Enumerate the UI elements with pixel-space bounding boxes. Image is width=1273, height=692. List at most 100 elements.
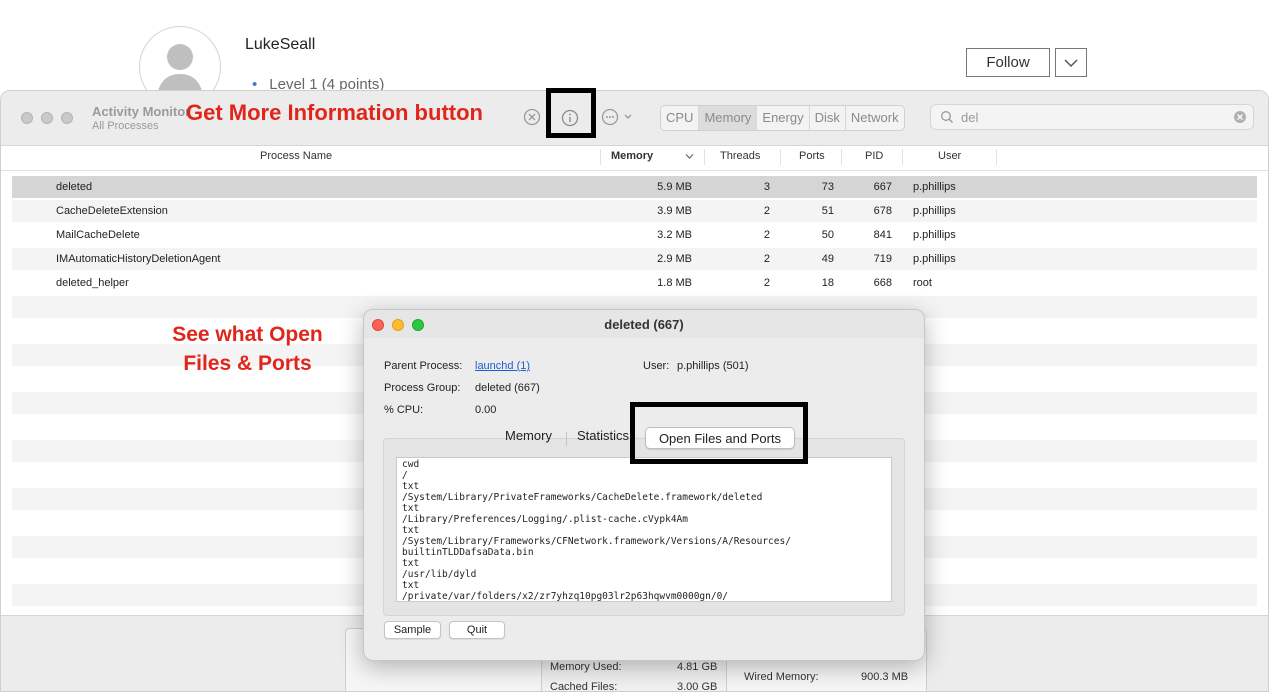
process-user: p.phillips <box>913 253 956 265</box>
file-entry: txt <box>402 558 420 569</box>
file-entry: txt <box>402 481 420 492</box>
more-actions-button[interactable] <box>600 107 636 127</box>
file-entry: /System/Library/PrivateFrameworks/CacheD… <box>402 492 763 503</box>
sort-descending-icon <box>685 154 694 159</box>
process-info-dialog: deleted (667) Parent Process: launchd (1… <box>363 309 925 661</box>
column-header-pid[interactable]: PID <box>865 150 883 162</box>
search-input[interactable] <box>961 108 1221 126</box>
parent-process-link[interactable]: launchd (1) <box>475 360 530 372</box>
column-header-process-name[interactable]: Process Name <box>260 150 332 162</box>
process-name: IMAutomaticHistoryDeletionAgent <box>56 253 221 265</box>
process-ports: 73 <box>821 181 834 193</box>
sample-button[interactable]: Sample <box>384 621 441 639</box>
clear-search-icon[interactable] <box>1233 110 1247 124</box>
follow-button[interactable]: Follow <box>966 48 1050 77</box>
cpu-label: % CPU: <box>384 404 424 416</box>
wired-memory-label: Wired Memory: <box>744 671 819 683</box>
zoom-window-button[interactable] <box>61 112 73 124</box>
process-memory: 2.9 MB <box>657 253 692 265</box>
cached-files-value: 3.00 GB <box>677 681 718 692</box>
process-pid: 841 <box>873 229 892 241</box>
tab-memory[interactable]: Memory <box>699 106 758 130</box>
column-divider <box>780 149 781 165</box>
column-divider <box>902 149 903 165</box>
window-title: Activity Monitor <box>92 104 191 119</box>
quit-process-button[interactable]: Quit <box>449 621 505 639</box>
parent-process-label: Parent Process: <box>384 360 463 372</box>
table-row[interactable]: CacheDeleteExtension 3.9 MB 2 51 678 p.p… <box>12 200 1257 222</box>
process-name: MailCacheDelete <box>56 229 140 241</box>
tab-network[interactable]: Network <box>846 106 904 130</box>
process-threads: 2 <box>763 229 770 241</box>
process-pid: 678 <box>873 205 892 217</box>
tab-statistics[interactable]: Statistics <box>577 428 629 443</box>
process-ports: 49 <box>821 253 834 265</box>
process-user: root <box>913 277 932 289</box>
process-ports: 50 <box>821 229 834 241</box>
username[interactable]: LukeSeall <box>245 36 315 54</box>
annotation-open-files: See what Open Files & Ports <box>172 323 323 375</box>
process-user: p.phillips <box>913 229 956 241</box>
wired-memory-value: 900.3 MB <box>861 671 909 683</box>
table-row[interactable]: MailCacheDelete 3.2 MB 2 50 841 p.philli… <box>12 224 1257 246</box>
dialog-title: deleted (667) <box>604 317 684 332</box>
column-divider <box>704 149 705 165</box>
process-name: deleted <box>56 181 93 193</box>
process-user: p.phillips <box>913 205 956 217</box>
file-entry: /private/var/folders/x2/zr7yhzq10pg03lr2… <box>402 591 729 602</box>
memory-used-label: Memory Used: <box>550 661 622 673</box>
file-entry: / <box>402 470 408 481</box>
search-field[interactable] <box>930 104 1254 130</box>
table-row[interactable]: IMAutomaticHistoryDeletionAgent 2.9 MB 2… <box>12 248 1257 270</box>
search-icon <box>941 111 953 123</box>
highlight-box-info-button <box>546 88 596 138</box>
stop-process-button[interactable] <box>522 107 542 127</box>
tab-memory-info[interactable]: Memory <box>505 428 552 443</box>
process-threads: 2 <box>763 253 770 265</box>
category-tabs: CPU Memory Energy Disk Network <box>660 105 905 131</box>
cached-files-label: Cached Files: <box>550 681 618 692</box>
process-group-value: deleted (667) <box>475 382 540 394</box>
minimize-window-button[interactable] <box>41 112 53 124</box>
file-entry: txt <box>402 580 420 591</box>
close-window-button[interactable] <box>21 112 33 124</box>
header-divider <box>1 170 1268 171</box>
column-header-memory[interactable]: Memory <box>611 150 653 162</box>
annotation-get-info: Get More Information button <box>186 100 483 125</box>
file-entry: builtinTLDDafsaData.bin <box>402 547 534 558</box>
tab-cpu[interactable]: CPU <box>661 106 700 130</box>
user-label: User: <box>643 360 670 372</box>
file-entry: /System/Library/Frameworks/CFNetwork.fra… <box>402 536 791 547</box>
process-name: CacheDeleteExtension <box>56 205 168 217</box>
file-entry: txt <box>402 525 420 536</box>
process-memory: 1.8 MB <box>657 277 692 289</box>
column-divider <box>996 149 997 165</box>
tab-disk[interactable]: Disk <box>810 106 846 130</box>
window-subtitle: All Processes <box>92 120 159 132</box>
table-row[interactable]: deleted 5.9 MB 3 73 667 p.phillips <box>12 176 1257 198</box>
process-group-label: Process Group: <box>384 382 461 394</box>
memory-used-value: 4.81 GB <box>677 661 718 673</box>
tab-divider <box>566 432 567 446</box>
open-files-list[interactable]: cwd / txt /System/Library/PrivateFramewo… <box>396 457 892 602</box>
column-header-ports[interactable]: Ports <box>799 150 825 162</box>
stop-process-icon <box>523 108 541 126</box>
process-user: p.phillips <box>913 181 956 193</box>
ellipsis-circle-icon <box>601 108 632 126</box>
process-threads: 2 <box>763 205 770 217</box>
process-ports: 51 <box>821 205 834 217</box>
process-pid: 668 <box>873 277 892 289</box>
process-memory: 5.9 MB <box>657 181 692 193</box>
column-header-threads[interactable]: Threads <box>720 150 760 162</box>
process-threads: 2 <box>763 277 770 289</box>
file-entry: txt <box>402 503 420 514</box>
column-divider <box>841 149 842 165</box>
highlight-box-open-files-tab <box>630 402 808 464</box>
table-row[interactable]: deleted_helper 1.8 MB 2 18 668 root <box>12 272 1257 294</box>
file-entry: /usr/lib/dyld <box>402 569 477 580</box>
tab-energy[interactable]: Energy <box>757 106 810 130</box>
process-pid: 667 <box>873 181 892 193</box>
column-header-user[interactable]: User <box>938 150 961 162</box>
column-divider <box>600 149 601 165</box>
follow-options-button[interactable] <box>1055 48 1087 77</box>
